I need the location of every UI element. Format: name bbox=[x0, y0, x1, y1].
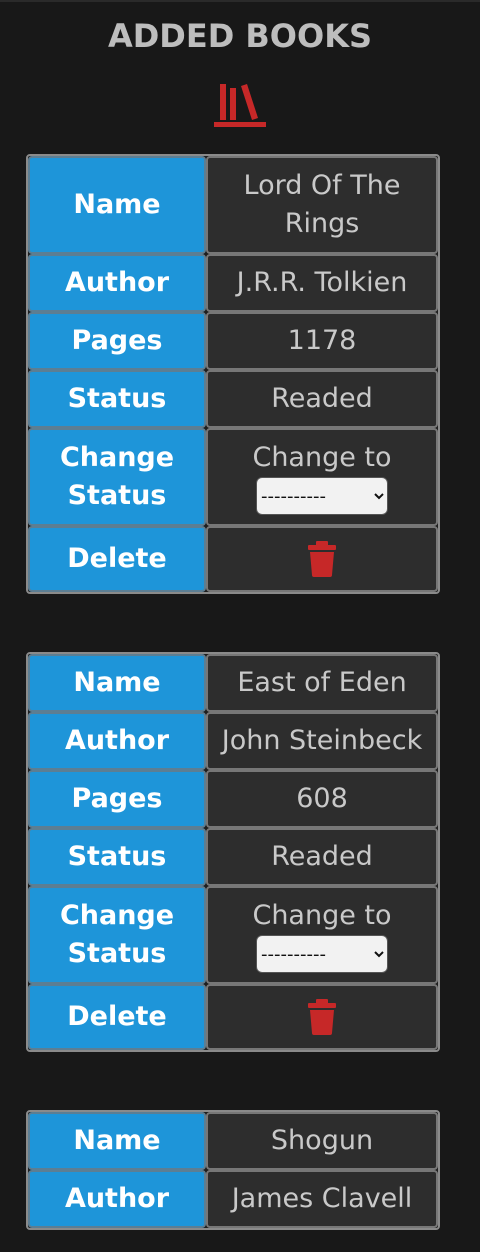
page-title: ADDED BOOKS bbox=[107, 17, 373, 55]
change-status-cell: Change to ---------- bbox=[206, 886, 438, 984]
author-label: Author bbox=[28, 1170, 206, 1228]
book-row-status: Status Readed bbox=[28, 370, 438, 428]
book-row-pages: Pages 608 bbox=[28, 770, 438, 828]
book-row-status: Status Readed bbox=[28, 828, 438, 886]
book-author: James Clavell bbox=[206, 1170, 438, 1228]
pages-label: Pages bbox=[28, 770, 206, 828]
book-pages: 1178 bbox=[206, 312, 438, 370]
change-status-label: Change Status bbox=[28, 886, 206, 984]
trash-icon[interactable] bbox=[307, 998, 337, 1036]
delete-label: Delete bbox=[28, 984, 206, 1050]
status-select[interactable]: ---------- bbox=[256, 935, 388, 973]
book-row-name: Name East of Eden bbox=[28, 654, 438, 712]
book-row-change-status: Change Status Change to ---------- bbox=[28, 886, 438, 984]
change-status-cell: Change to ---------- bbox=[206, 428, 438, 526]
book-card: Name Shogun Author James Clavell bbox=[26, 1110, 440, 1230]
change-to-text: Change to bbox=[252, 442, 392, 473]
book-card: Name East of Eden Author John Steinbeck … bbox=[26, 652, 440, 1052]
book-row-name: Name Lord Of The Rings bbox=[28, 156, 438, 254]
status-label: Status bbox=[28, 370, 206, 428]
book-card: Name Lord Of The Rings Author J.R.R. Tol… bbox=[26, 154, 440, 594]
status-select[interactable]: ---------- bbox=[256, 477, 388, 515]
book-pages: 608 bbox=[206, 770, 438, 828]
author-label: Author bbox=[28, 712, 206, 770]
book-list: Name Lord Of The Rings Author J.R.R. Tol… bbox=[0, 154, 480, 1230]
pages-label: Pages bbox=[28, 312, 206, 370]
trash-icon[interactable] bbox=[307, 540, 337, 578]
book-row-pages: Pages 1178 bbox=[28, 312, 438, 370]
change-to-text: Change to bbox=[252, 900, 392, 931]
delete-cell bbox=[206, 984, 438, 1050]
book-row-author: Author J.R.R. Tolkien bbox=[28, 254, 438, 312]
book-row-author: Author James Clavell bbox=[28, 1170, 438, 1228]
status-label: Status bbox=[28, 828, 206, 886]
book-status: Readed bbox=[206, 828, 438, 886]
book-row-change-status: Change Status Change to ---------- bbox=[28, 428, 438, 526]
book-status: Readed bbox=[206, 370, 438, 428]
book-row-delete: Delete bbox=[28, 984, 438, 1050]
book-row-name: Name Shogun bbox=[28, 1112, 438, 1170]
book-row-delete: Delete bbox=[28, 526, 438, 592]
delete-cell bbox=[206, 526, 438, 592]
author-label: Author bbox=[28, 254, 206, 312]
name-label: Name bbox=[28, 156, 206, 254]
name-label: Name bbox=[28, 1112, 206, 1170]
change-status-label: Change Status bbox=[28, 428, 206, 526]
book-name: Lord Of The Rings bbox=[206, 156, 438, 254]
book-row-author: Author John Steinbeck bbox=[28, 712, 438, 770]
delete-label: Delete bbox=[28, 526, 206, 592]
name-label: Name bbox=[28, 654, 206, 712]
book-name: East of Eden bbox=[206, 654, 438, 712]
book-author: J.R.R. Tolkien bbox=[206, 254, 438, 312]
book-name: Shogun bbox=[206, 1112, 438, 1170]
books-logo-icon bbox=[214, 84, 266, 127]
book-author: John Steinbeck bbox=[206, 712, 438, 770]
